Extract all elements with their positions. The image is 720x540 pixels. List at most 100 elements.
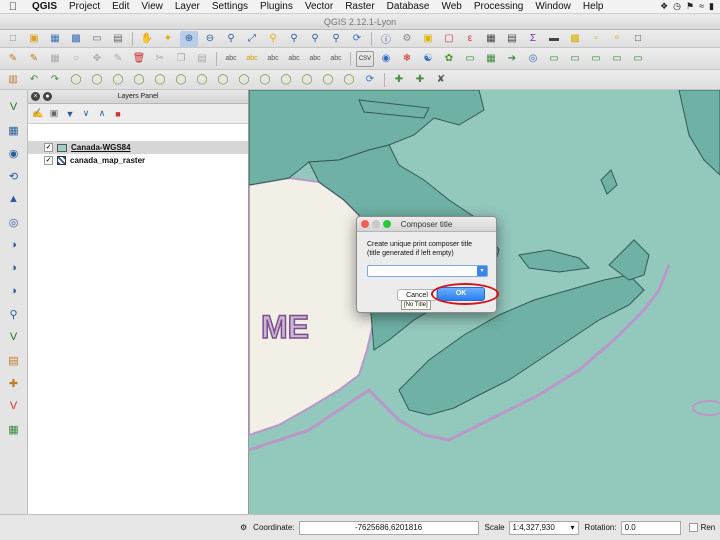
- split-features-icon[interactable]: ◯: [235, 72, 253, 88]
- scale-field[interactable]: 1:4,327,930 ▾: [508, 520, 579, 535]
- add-group-icon[interactable]: ▣: [48, 108, 60, 120]
- add-feature-icon[interactable]: ○: [67, 51, 85, 67]
- add-wms-icon[interactable]: ◉: [377, 51, 395, 67]
- zoom-selection-icon[interactable]: ⚲: [264, 31, 282, 47]
- cut-features-icon[interactable]: ✂: [151, 51, 169, 67]
- rotate-symbols-icon[interactable]: ◯: [319, 72, 337, 88]
- add-raster-layer-icon[interactable]: ▦: [5, 121, 23, 139]
- add-part-icon[interactable]: ◯: [109, 72, 127, 88]
- add-virtual-layer-icon[interactable]: V: [5, 397, 23, 415]
- node-tool-icon[interactable]: ✎: [109, 51, 127, 67]
- copy-features-icon[interactable]: ❐: [172, 51, 190, 67]
- pan-to-selection-icon[interactable]: ✦: [159, 31, 177, 47]
- deselect-icon[interactable]: ▢: [440, 31, 458, 47]
- menu-view[interactable]: View: [135, 1, 169, 12]
- label-rotate-icon[interactable]: abc: [306, 51, 324, 67]
- simplify-icon[interactable]: ◯: [67, 72, 85, 88]
- label-pin-icon[interactable]: abc: [243, 51, 261, 67]
- save-as-icon[interactable]: ▩: [67, 31, 85, 47]
- flag-icon[interactable]: ⚑: [686, 1, 694, 12]
- layer-visibility-checkbox[interactable]: ✓: [44, 156, 53, 165]
- new-shapefile-icon[interactable]: V: [5, 328, 23, 346]
- delete-part-icon[interactable]: ◯: [172, 72, 190, 88]
- tool-icon[interactable]: ▭: [629, 51, 647, 67]
- layer-symbol-swatch[interactable]: [57, 143, 67, 152]
- menu-raster[interactable]: Raster: [339, 1, 380, 12]
- menu-project[interactable]: Project: [63, 1, 106, 12]
- add-oracle-layer-icon[interactable]: ◎: [5, 213, 23, 231]
- label-icon[interactable]: abc: [222, 51, 240, 67]
- split-parts-icon[interactable]: ◯: [256, 72, 274, 88]
- menu-layer[interactable]: Layer: [169, 1, 206, 12]
- float-icon[interactable]: ●: [43, 92, 52, 101]
- expand-all-icon[interactable]: ∨: [80, 108, 92, 120]
- pan-icon[interactable]: ✋: [138, 31, 156, 47]
- open-project-icon[interactable]: ▣: [25, 31, 43, 47]
- close-button[interactable]: [361, 220, 369, 228]
- action-icon[interactable]: ⚙: [398, 31, 416, 47]
- menu-processing[interactable]: Processing: [468, 1, 529, 12]
- apple-menu-icon[interactable]: : [0, 1, 26, 13]
- layer-visibility-checkbox[interactable]: ✓: [44, 143, 53, 152]
- battery-icon[interactable]: ▮: [709, 1, 714, 12]
- menu-web[interactable]: Web: [435, 1, 467, 12]
- text-annotation-icon[interactable]: ▫: [587, 31, 605, 47]
- map-tips-icon[interactable]: ⚬: [608, 31, 626, 47]
- save-project-icon[interactable]: ▦: [46, 31, 64, 47]
- arrow-icon[interactable]: ➔: [503, 51, 521, 67]
- layer-style-icon[interactable]: ✍: [32, 108, 44, 120]
- edit-vertex-icon[interactable]: ✚: [411, 72, 429, 88]
- coordinate-field[interactable]: -7625686,6201816: [298, 520, 479, 535]
- add-postgis-layer-icon[interactable]: ◉: [5, 144, 23, 162]
- measure-tool-icon[interactable]: ▭: [587, 51, 605, 67]
- new-gpx-icon[interactable]: ✚: [5, 374, 23, 392]
- grid-icon[interactable]: ▦: [482, 51, 500, 67]
- redo-icon[interactable]: ↷: [46, 72, 64, 88]
- canada-flag-icon[interactable]: ❄: [398, 51, 416, 67]
- layer-item-canada-map-raster[interactable]: ✓ canada_map_raster: [28, 154, 248, 167]
- new-project-icon[interactable]: □: [4, 31, 22, 47]
- toggle-editing-icon[interactable]: ✎: [25, 51, 43, 67]
- delete-ring-icon[interactable]: ◯: [151, 72, 169, 88]
- add-ring-icon[interactable]: ◯: [88, 72, 106, 88]
- merge-features-icon[interactable]: ◯: [277, 72, 295, 88]
- add-mssql-layer-icon[interactable]: ▲: [5, 190, 23, 208]
- menu-help[interactable]: Help: [577, 1, 610, 12]
- polygon-icon[interactable]: ▭: [608, 51, 626, 67]
- add-wcs-layer-icon[interactable]: ◑: [5, 259, 23, 277]
- add-delimited-text-icon[interactable]: ⚲: [5, 305, 23, 323]
- reshape-icon[interactable]: ◯: [193, 72, 211, 88]
- undo-icon[interactable]: ↶: [25, 72, 43, 88]
- bookmark-icon[interactable]: □: [629, 31, 647, 47]
- menu-vector[interactable]: Vector: [299, 1, 339, 12]
- add-vertex-icon[interactable]: ✚: [390, 72, 408, 88]
- label-change-icon[interactable]: abc: [327, 51, 345, 67]
- add-gpx-icon[interactable]: ▦: [5, 420, 23, 438]
- chart-icon[interactable]: ▭: [461, 51, 479, 67]
- menu-edit[interactable]: Edit: [106, 1, 135, 12]
- add-wfs-layer-icon[interactable]: ◑: [5, 282, 23, 300]
- combo-dropdown-icon[interactable]: ▾: [477, 266, 487, 276]
- python-icon[interactable]: ◎: [524, 51, 542, 67]
- scale-icon[interactable]: ▭: [566, 51, 584, 67]
- attribute-table-icon[interactable]: ▦: [482, 31, 500, 47]
- clock-icon[interactable]: ◷: [673, 1, 681, 12]
- menu-plugins[interactable]: Plugins: [254, 1, 299, 12]
- annotation-icon[interactable]: ▩: [566, 31, 584, 47]
- zoom-out-icon[interactable]: ⊖: [201, 31, 219, 47]
- zoom-full-icon[interactable]: ⤢: [243, 31, 261, 47]
- add-wms-layer-icon[interactable]: ◑: [5, 236, 23, 254]
- zoom-layer-icon[interactable]: ⚲: [285, 31, 303, 47]
- fill-ring-icon[interactable]: ◯: [130, 72, 148, 88]
- filter-icon[interactable]: ▼: [64, 108, 76, 120]
- menu-app[interactable]: QGIS: [26, 1, 63, 12]
- save-edits-icon[interactable]: ▦: [46, 51, 64, 67]
- add-csv-icon[interactable]: CSV: [356, 50, 374, 67]
- zoom-actual-icon[interactable]: ⚲: [222, 31, 240, 47]
- move-feature-icon[interactable]: ✥: [88, 51, 106, 67]
- expression-select-icon[interactable]: ε: [461, 31, 479, 47]
- select-icon[interactable]: ▣: [419, 31, 437, 47]
- delete-selected-icon[interactable]: 🗑: [130, 51, 148, 67]
- merge-attributes-icon[interactable]: ◯: [298, 72, 316, 88]
- zoom-in-icon[interactable]: ⊕: [180, 30, 198, 47]
